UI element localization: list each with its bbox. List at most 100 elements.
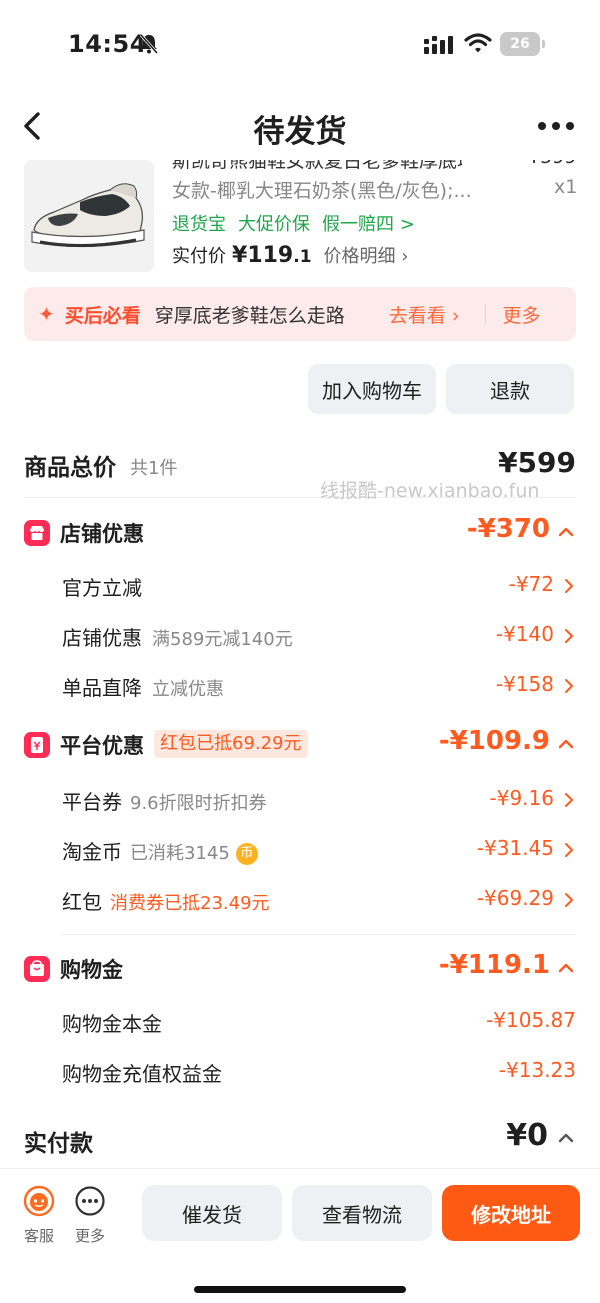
divider: [485, 304, 487, 324]
discount-item-label: 淘金币: [62, 840, 122, 864]
tip-more-link[interactable]: 更多: [502, 301, 540, 328]
paid-price-amount: ¥119.1: [232, 243, 312, 268]
discount-item-value: -¥9.16: [489, 786, 554, 810]
wallet-icon: [24, 956, 50, 982]
coin-usage-text: 已消耗3145: [130, 843, 230, 864]
store-discount-title: 店铺优惠: [60, 522, 144, 546]
shopping-gold-item-value: -¥13.23: [498, 1058, 576, 1082]
chevron-right-icon: ›: [451, 304, 460, 327]
chevron-right-icon: [565, 679, 573, 693]
battery-tip: [542, 40, 545, 48]
discount-item-row[interactable]: 单品直降 立减优惠 -¥158: [62, 670, 576, 704]
home-indicator[interactable]: [194, 1286, 406, 1293]
chevron-up-icon: [558, 739, 574, 749]
refund-button[interactable]: 退款: [446, 364, 574, 414]
more-circle-icon: [75, 1186, 105, 1216]
platform-discount-title: 平台优惠: [60, 734, 144, 758]
urge-shipment-button[interactable]: 催发货: [142, 1185, 282, 1241]
product-card[interactable]: 斯凯奇熊猫鞋女款复古老爹鞋厚底增高 ¥599 女款-椰乳大理石奶茶(黑色/灰色)…: [0, 160, 600, 276]
store-discount-value: -¥370: [466, 514, 550, 544]
customer-service-icon: [23, 1185, 55, 1217]
discount-item-label: 官方立减: [62, 576, 142, 600]
goods-total-label: 商品总价: [24, 455, 116, 481]
discount-item-row[interactable]: 店铺优惠 满589元减140元 -¥140: [62, 620, 576, 654]
sparkle-icon: ✦: [38, 302, 55, 326]
page-title: 待发货: [253, 114, 347, 150]
discount-item-row[interactable]: 平台券 9.6折限时折扣券 -¥9.16: [62, 784, 576, 818]
chevron-up-icon: [558, 963, 574, 973]
wifi-icon: [464, 33, 492, 53]
actual-payment-label: 实付款: [24, 1131, 93, 1157]
actual-payment-value: ¥0: [506, 1118, 548, 1153]
product-list-price: ¥599: [528, 160, 576, 168]
discount-item-value: -¥158: [495, 672, 554, 696]
product-image[interactable]: [24, 160, 154, 272]
customer-service-button[interactable]: 客服: [13, 1185, 65, 1245]
service-tag: 退货宝: [172, 214, 226, 235]
chevron-right-icon: [565, 893, 573, 907]
customer-service-label: 客服: [23, 1227, 54, 1245]
shopping-gold-item-row: 购物金充值权益金 -¥13.23: [62, 1056, 576, 1090]
discount-item-label: 平台券: [62, 790, 122, 814]
add-to-cart-button[interactable]: 加入购物车: [308, 364, 436, 414]
sneaker-image: [24, 160, 154, 272]
more-options-button[interactable]: [538, 110, 582, 142]
tip-go-link[interactable]: 去看看 ›: [389, 301, 460, 328]
bottom-action-bar: 客服 更多 催发货 查看物流 修改地址: [0, 1168, 600, 1303]
battery-indicator: 26: [500, 32, 546, 56]
gold-coin-icon: 币: [235, 843, 258, 865]
store-discount-header[interactable]: 店铺优惠 -¥370: [24, 514, 576, 554]
paid-price-row: 实付价 ¥119.1 价格明细 ›: [172, 242, 408, 268]
discount-item-label: 单品直降: [62, 676, 142, 700]
chevron-right-icon: [565, 629, 573, 643]
product-quantity: x1: [554, 176, 578, 198]
service-tag: 假一赔四 >: [322, 214, 415, 235]
discount-item-value: -¥140: [495, 622, 554, 646]
order-detail-content[interactable]: 斯凯奇熊猫鞋女款复古老爹鞋厚底增高 ¥599 女款-椰乳大理石奶茶(黑色/灰色)…: [0, 160, 600, 1168]
shopping-gold-item-label: 购物金本金: [62, 1012, 162, 1036]
discount-item-row[interactable]: 红包 消费券已抵23.49元 -¥69.29: [62, 884, 576, 918]
actual-payment-row[interactable]: 实付款 ¥0: [24, 1118, 576, 1162]
dot-icon: [552, 122, 560, 130]
paid-price-integer: 119: [247, 243, 294, 268]
discount-item-row[interactable]: 官方立减 -¥72: [62, 570, 576, 604]
chevron-up-icon: [558, 1133, 574, 1143]
platform-discount-value: -¥109.9: [438, 726, 550, 756]
discount-item-row[interactable]: 淘金币 已消耗3145 币 -¥31.45: [62, 834, 576, 868]
view-logistics-button[interactable]: 查看物流: [292, 1185, 432, 1241]
product-spec: 女款-椰乳大理石奶茶(黑色/灰色);...: [172, 180, 472, 202]
tip-title: 买后必看: [64, 304, 141, 327]
status-bar: 14:54 26: [0, 0, 600, 92]
paid-price-label: 实付价: [172, 246, 226, 267]
service-tags[interactable]: 退货宝 大促价保 假一赔四 >: [172, 210, 415, 236]
platform-discount-header[interactable]: 平台优惠 红包已抵69.29元 -¥109.9: [24, 726, 576, 766]
shopping-gold-item-row: 购物金本金 -¥105.87: [62, 1006, 576, 1040]
discount-item-value: -¥31.45: [476, 836, 554, 860]
watermark: 线报酷-new.xianbao.fun: [320, 480, 540, 502]
chevron-right-icon: [565, 579, 573, 593]
tip-go-label: 去看看: [388, 304, 446, 327]
product-name[interactable]: 斯凯奇熊猫鞋女款复古老爹鞋厚底增高: [172, 160, 462, 173]
tip-text: 穿厚底老爹鞋怎么走路: [154, 304, 345, 327]
more-actions-button[interactable]: 更多: [64, 1185, 116, 1245]
price-detail-link[interactable]: 价格明细 ›: [324, 242, 409, 268]
change-address-button[interactable]: 修改地址: [442, 1185, 580, 1241]
status-time: 14:54: [68, 30, 147, 58]
store-icon: [24, 520, 50, 546]
shopping-gold-title: 购物金: [60, 958, 123, 982]
nav-bar: 待发货: [0, 96, 600, 160]
tip-banner[interactable]: ✦ 买后必看 穿厚底老爹鞋怎么走路 去看看 › 更多: [24, 287, 576, 341]
service-tag: 大促价保: [238, 214, 310, 235]
shopping-gold-item-label: 购物金充值权益金: [62, 1062, 222, 1086]
back-arrow-icon[interactable]: [18, 108, 50, 144]
discount-item-label: 红包: [62, 890, 102, 914]
shopping-gold-item-value: -¥105.87: [486, 1008, 576, 1032]
discount-item-note: 消费券已抵23.49元: [110, 893, 270, 914]
currency-symbol: ¥: [232, 243, 248, 268]
shopping-gold-header[interactable]: 购物金 -¥119.1: [24, 950, 576, 990]
order-actions: 加入购物车 退款: [0, 364, 600, 416]
red-packet-badge: 红包已抵69.29元: [154, 730, 308, 758]
discount-item-label: 店铺优惠: [62, 626, 142, 650]
chevron-up-icon: [558, 527, 574, 537]
discount-item-value: -¥72: [508, 572, 554, 596]
